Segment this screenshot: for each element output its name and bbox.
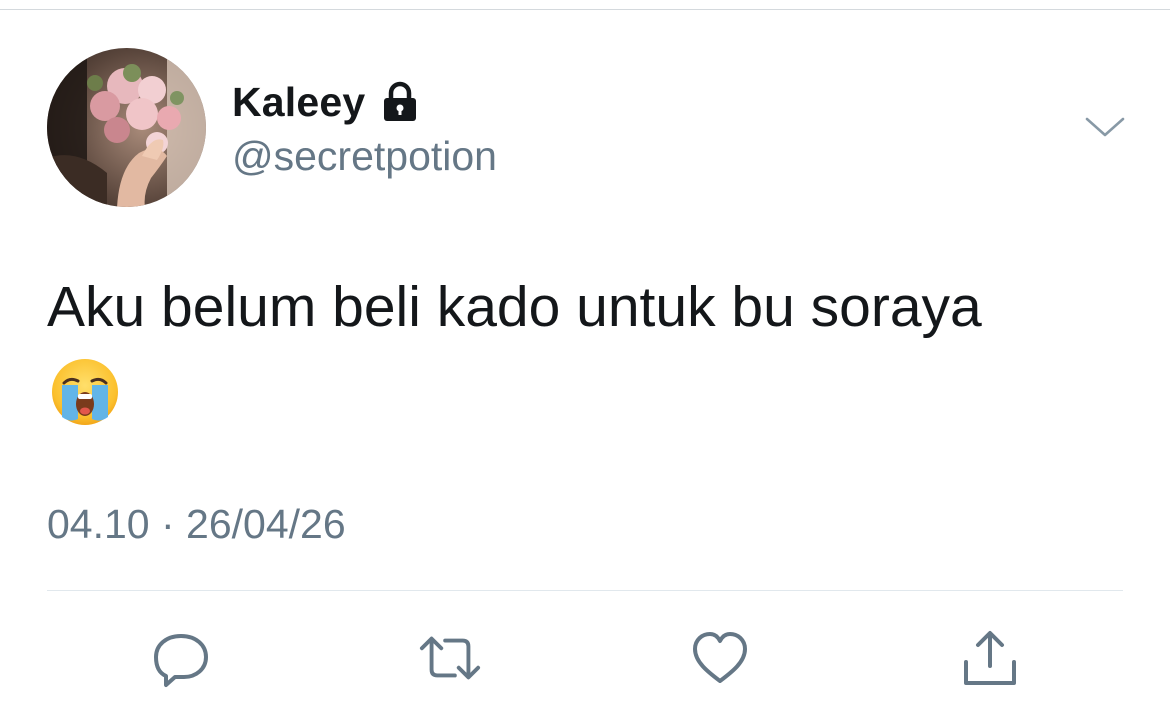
lock-icon — [379, 81, 421, 123]
top-divider — [0, 0, 1170, 10]
avatar-photo — [47, 48, 206, 207]
reply-icon — [154, 634, 208, 687]
share-icon — [964, 631, 1016, 685]
retweet-icon — [419, 636, 481, 680]
share-button[interactable] — [958, 626, 1022, 690]
tweet-timestamp[interactable]: 04.10 · 26/04/26 — [47, 501, 346, 548]
retweet-button[interactable] — [418, 626, 482, 690]
user-name-row[interactable]: Kaleey — [232, 76, 421, 128]
user-handle[interactable]: @secretpotion — [232, 133, 497, 180]
heart-icon — [693, 632, 747, 683]
actions-divider — [47, 590, 1123, 591]
display-name[interactable]: Kaleey — [232, 79, 365, 126]
chevron-down-icon[interactable] — [1083, 113, 1127, 141]
avatar[interactable] — [47, 48, 206, 207]
loudly-crying-face-icon — [50, 357, 120, 427]
reply-button[interactable] — [149, 626, 213, 690]
tweet-text: Aku belum beli kado untuk bu soraya — [47, 275, 982, 339]
like-button[interactable] — [688, 626, 752, 690]
